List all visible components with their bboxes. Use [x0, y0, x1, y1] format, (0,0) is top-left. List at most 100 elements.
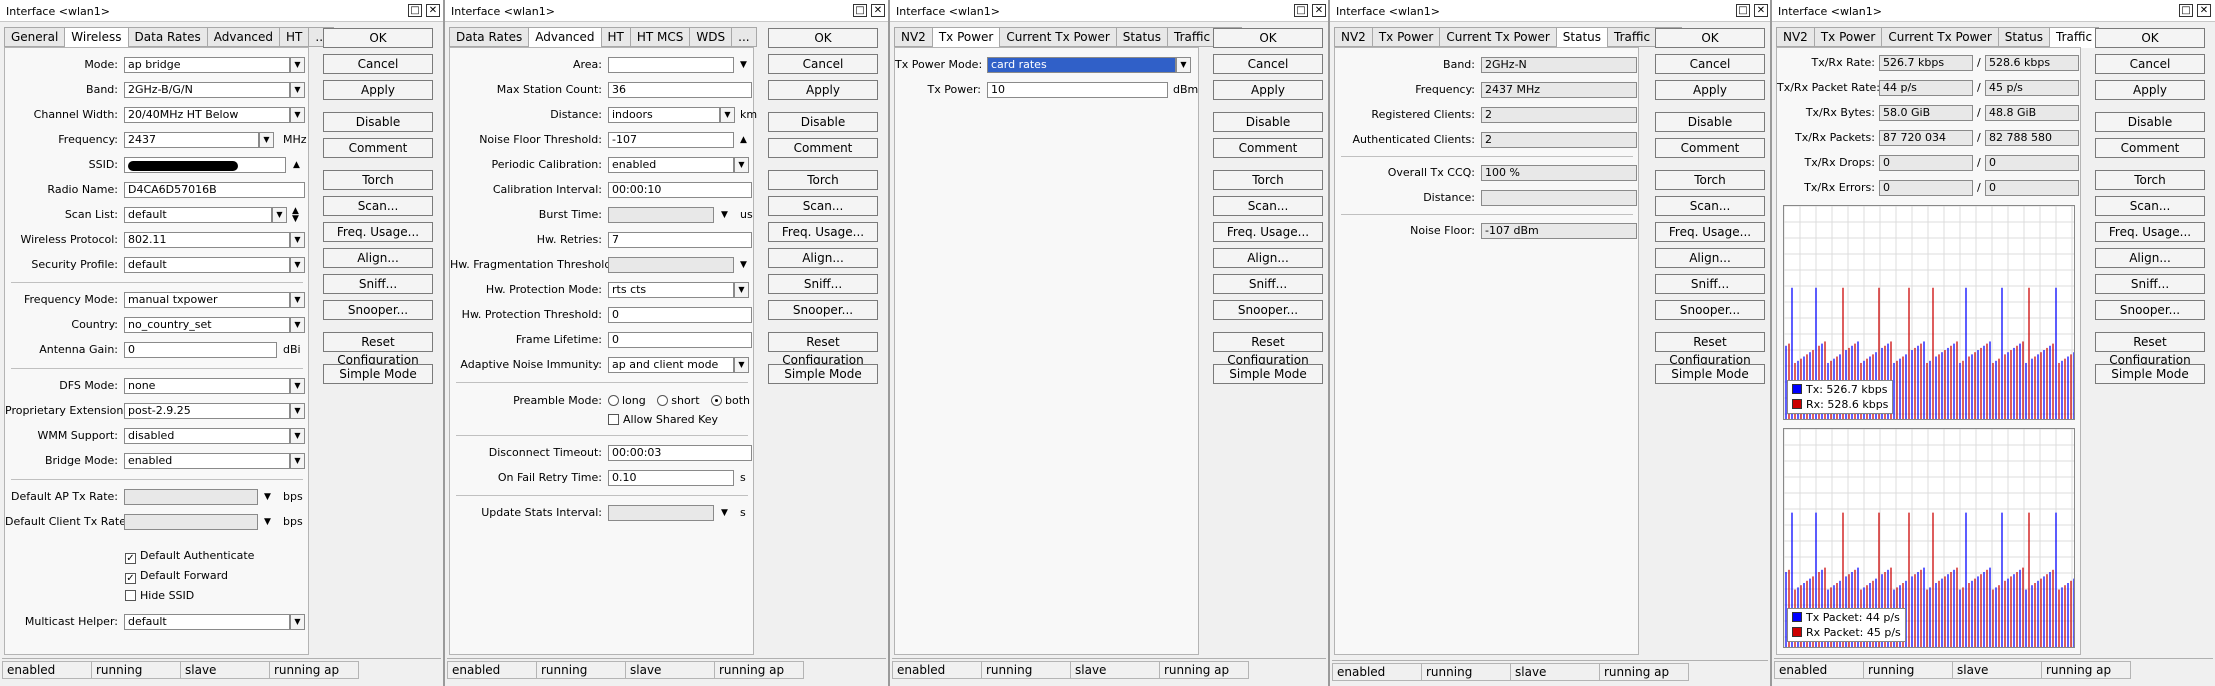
tab-data-rates[interactable]: Data Rates	[127, 27, 208, 47]
noise-floor-threshold-input[interactable]: -107	[608, 132, 734, 148]
country-select[interactable]: no_country_set	[124, 317, 290, 333]
freq-usage-button[interactable]: Freq. Usage...	[768, 222, 878, 242]
country-dropdown-icon[interactable]: ▼	[290, 317, 305, 333]
dfs-mode-dropdown-icon[interactable]: ▼	[290, 378, 305, 394]
ssid-collapse-icon[interactable]: ▲	[293, 157, 300, 173]
hide-ssid-checkbox[interactable]: Hide SSID	[125, 589, 194, 603]
align-button[interactable]: Align...	[1213, 248, 1323, 268]
scan-list-select[interactable]: default	[124, 207, 272, 223]
burst-time-dropdown-icon[interactable]: ▼	[721, 207, 728, 223]
comment-button[interactable]: Comment	[1655, 138, 1765, 158]
calibration-interval-input[interactable]: 00:00:10	[608, 182, 752, 198]
cancel-button[interactable]: Cancel	[1213, 54, 1323, 74]
disable-button[interactable]: Disable	[768, 112, 878, 132]
antenna-gain-input[interactable]: 0	[124, 342, 277, 358]
default-client-tx-rate-select[interactable]	[124, 514, 258, 530]
apply-button[interactable]: Apply	[1655, 80, 1765, 100]
bridge-mode-dropdown-icon[interactable]: ▼	[290, 453, 305, 469]
scan-button[interactable]: Scan...	[323, 196, 433, 216]
ok-button[interactable]: OK	[323, 28, 433, 48]
title-bar[interactable]: Interface <wlan1> □ ✕	[890, 0, 1328, 22]
band-select[interactable]: 2GHz-B/G/N	[124, 82, 290, 98]
restore-icon[interactable]: □	[408, 4, 422, 17]
cancel-button[interactable]: Cancel	[2095, 54, 2205, 74]
torch-button[interactable]: Torch	[1213, 170, 1323, 190]
tab-nv2[interactable]: NV2	[894, 27, 933, 47]
channel-width-select[interactable]: 20/40MHz HT Below	[124, 107, 290, 123]
hw-fragmentation-threshold-dropdown-icon[interactable]: ▼	[740, 257, 747, 273]
security-profile-select[interactable]: default	[124, 257, 290, 273]
tab-data-rates[interactable]: Data Rates	[449, 27, 530, 47]
frequency-select[interactable]: 2437	[124, 132, 259, 148]
frame-lifetime-input[interactable]: 0	[608, 332, 752, 348]
title-bar[interactable]: Interface <wlan1> □ ✕	[1772, 0, 2215, 22]
allow-shared-key-checkbox[interactable]: Allow Shared Key	[608, 413, 718, 427]
tab-status[interactable]: Status	[1115, 27, 1169, 47]
tab-traffic[interactable]: Traffic	[1607, 27, 1658, 47]
cancel-button[interactable]: Cancel	[1655, 54, 1765, 74]
noise-floor-threshold-collapse-icon[interactable]: ▲	[740, 132, 747, 148]
close-icon[interactable]: ✕	[1754, 4, 1768, 17]
tab-current-tx-power[interactable]: Current Tx Power	[1881, 27, 1999, 47]
ssid-input[interactable]	[124, 157, 286, 173]
reset-configuration-button[interactable]: Reset Configuration	[1213, 332, 1323, 367]
band-dropdown-icon[interactable]: ▼	[290, 82, 305, 98]
restore-icon[interactable]: □	[1736, 4, 1750, 17]
freq-usage-button[interactable]: Freq. Usage...	[323, 222, 433, 242]
cancel-button[interactable]: Cancel	[323, 54, 433, 74]
max-station-count-input[interactable]: 36	[608, 82, 752, 98]
frequency-dropdown-icon[interactable]: ▼	[259, 132, 274, 148]
tab-ht-mcs[interactable]: HT MCS	[629, 27, 691, 47]
close-icon[interactable]: ✕	[871, 4, 885, 17]
default-ap-tx-rate-dropdown-icon[interactable]: ▼	[264, 489, 271, 505]
scan-button[interactable]: Scan...	[1655, 196, 1765, 216]
frequency-mode-select[interactable]: manual txpower	[124, 292, 290, 308]
apply-button[interactable]: Apply	[2095, 80, 2205, 100]
hw-fragmentation-threshold-select[interactable]	[608, 257, 734, 273]
simple-mode-button[interactable]: Simple Mode	[323, 364, 433, 384]
default-forward-checkbox[interactable]: ✓ Default Forward	[125, 569, 228, 584]
wireless-protocol-dropdown-icon[interactable]: ▼	[290, 232, 305, 248]
simple-mode-button[interactable]: Simple Mode	[1655, 364, 1765, 384]
mode-select[interactable]: ap bridge	[124, 57, 290, 73]
cancel-button[interactable]: Cancel	[768, 54, 878, 74]
tab-wireless[interactable]: Wireless	[64, 27, 129, 48]
tab-wds[interactable]: WDS	[689, 27, 733, 47]
align-button[interactable]: Align...	[2095, 248, 2205, 268]
update-stats-interval-dropdown-icon[interactable]: ▼	[721, 505, 728, 521]
snooper-button[interactable]: Snooper...	[1655, 300, 1765, 320]
proprietary-extensions-select[interactable]: post-2.9.25	[124, 403, 290, 419]
simple-mode-button[interactable]: Simple Mode	[2095, 364, 2205, 384]
tab-status[interactable]: Status	[1555, 27, 1609, 48]
tab-status[interactable]: Status	[1997, 27, 2051, 47]
preamble-short-radio[interactable]	[657, 395, 669, 406]
area-dropdown-icon[interactable]: ▼	[740, 57, 747, 73]
tx-power-input[interactable]: 10	[987, 82, 1168, 98]
comment-button[interactable]: Comment	[323, 138, 433, 158]
tab-nv2[interactable]: NV2	[1776, 27, 1815, 47]
sniff-button[interactable]: Sniff...	[323, 274, 433, 294]
sniff-button[interactable]: Sniff...	[1213, 274, 1323, 294]
title-bar[interactable]: Interface <wlan1> □ ✕	[445, 0, 888, 22]
scan-list-updown-icon[interactable]: ▲ ▼	[292, 207, 299, 224]
distance-dropdown-icon[interactable]: ▼	[720, 107, 735, 123]
hw-protection-threshold-input[interactable]: 0	[608, 307, 752, 323]
scan-button[interactable]: Scan...	[2095, 196, 2205, 216]
sniff-button[interactable]: Sniff...	[2095, 274, 2205, 294]
restore-icon[interactable]: □	[1294, 4, 1308, 17]
close-icon[interactable]: ✕	[1312, 4, 1326, 17]
snooper-button[interactable]: Snooper...	[323, 300, 433, 320]
disable-button[interactable]: Disable	[323, 112, 433, 132]
default-client-tx-rate-dropdown-icon[interactable]: ▼	[264, 514, 271, 530]
apply-button[interactable]: Apply	[768, 80, 878, 100]
align-button[interactable]: Align...	[1655, 248, 1765, 268]
ok-button[interactable]: OK	[2095, 28, 2205, 48]
torch-button[interactable]: Torch	[768, 170, 878, 190]
reset-configuration-button[interactable]: Reset Configuration	[768, 332, 878, 367]
apply-button[interactable]: Apply	[323, 80, 433, 100]
hw-protection-mode-select[interactable]: rts cts	[608, 282, 734, 298]
update-stats-interval-select[interactable]	[608, 505, 714, 521]
bridge-mode-select[interactable]: enabled	[124, 453, 290, 469]
hw-protection-mode-dropdown-icon[interactable]: ▼	[734, 282, 749, 298]
periodic-calibration-dropdown-icon[interactable]: ▼	[734, 157, 749, 173]
